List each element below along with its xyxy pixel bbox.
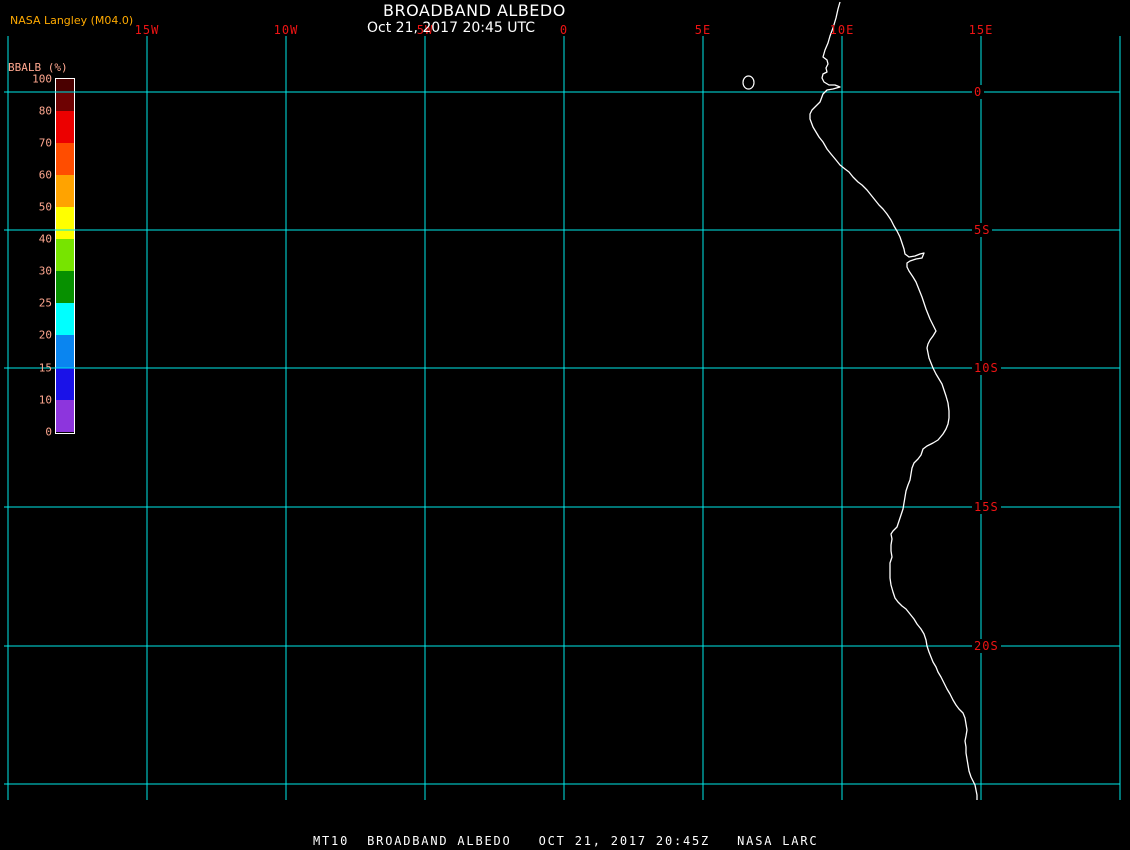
longitude-label-0: 0 (559, 23, 569, 37)
graticule-labels: 15W 10W 5W 0 5E 10E 15E 0 5S 10S 15S 20S (0, 0, 1130, 850)
latitude-label-15S: 15S (972, 500, 1001, 514)
footer-caption: MT10 BROADBAND ALBEDO OCT 21, 2017 20:45… (313, 834, 819, 848)
longitude-label-5E: 5E (694, 23, 712, 37)
latitude-label-0: 0 (972, 85, 985, 99)
latitude-label-10S: 10S (972, 361, 1001, 375)
longitude-label-15W: 15W (134, 23, 160, 37)
latitude-label-5S: 5S (972, 223, 993, 237)
timestamp: Oct 21, 2017 20:45 UTC (367, 20, 535, 36)
longitude-label-10E: 10E (829, 23, 855, 37)
albedo-map-screen: 100 80 70 60 50 40 30 25 20 15 10 0 BBALB (%) 15W 10… (0, 0, 1130, 850)
latitude-label-20S: 20S (972, 639, 1001, 653)
source-label: NASA Langley (M04.0) (10, 14, 134, 27)
longitude-label-15E: 15E (968, 23, 994, 37)
longitude-label-10W: 10W (273, 23, 299, 37)
page-title: BROADBAND ALBEDO (383, 1, 566, 20)
